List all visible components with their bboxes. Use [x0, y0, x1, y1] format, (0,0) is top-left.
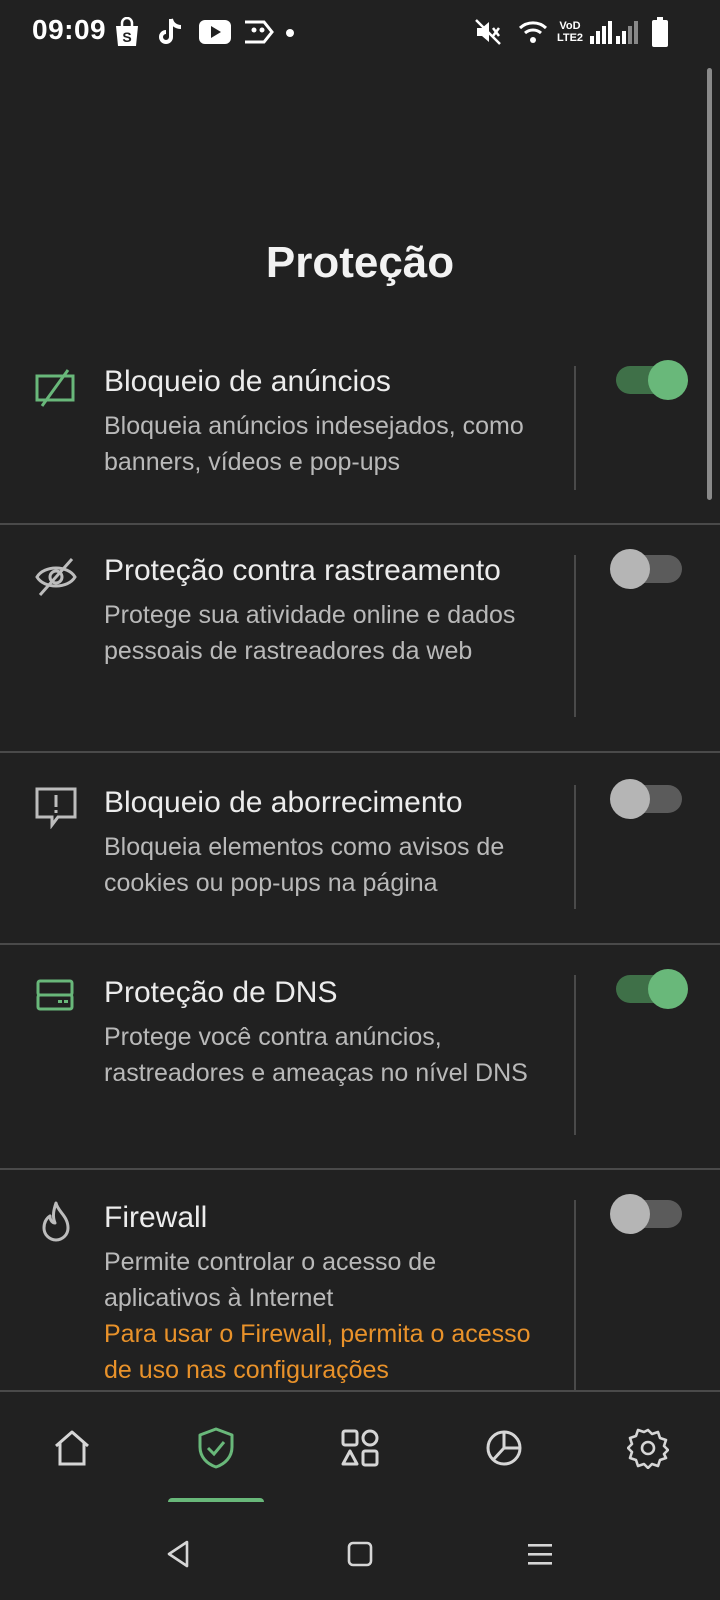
- toggle-knob: [648, 360, 688, 400]
- row-divider: [574, 1200, 576, 1390]
- status-bar: 09:09 S VoD LTE2: [0, 0, 720, 66]
- shopping-bag-icon: S: [114, 16, 140, 48]
- back-icon: [167, 1540, 189, 1568]
- alert-message-icon: [34, 785, 78, 830]
- row-divider: [574, 785, 576, 909]
- signal-icon: [616, 16, 640, 48]
- dot-icon: [286, 29, 294, 37]
- volte-label: VoD LTE2: [556, 20, 584, 44]
- row-description: Permite controlar o acesso de aplicativo…: [104, 1248, 437, 1312]
- screen: 09:09 S VoD LTE2 Proteção Bloqueio de an…: [0, 0, 720, 1600]
- row-title: Firewall: [104, 1201, 208, 1234]
- row-divider: [574, 975, 576, 1135]
- battery-icon: [652, 16, 668, 48]
- home-icon: [55, 1430, 89, 1466]
- recents-button[interactable]: [516, 1530, 564, 1578]
- toggle-knob: [610, 1194, 650, 1234]
- mute-icon: [474, 16, 502, 48]
- signal-icon: [590, 16, 614, 48]
- row-text: Proteção contra rastreamento Protege sua…: [104, 551, 554, 669]
- back-button[interactable]: [154, 1530, 202, 1578]
- page-title: Proteção: [265, 238, 455, 287]
- row-text: Bloqueio de aborrecimento Bloqueia eleme…: [104, 783, 554, 901]
- tiktok-icon: [157, 16, 185, 48]
- row-text: Firewall Permite controlar o acesso de a…: [104, 1198, 554, 1388]
- nav-statistics[interactable]: [432, 1392, 576, 1504]
- system-navigation: [0, 1502, 720, 1600]
- nav-protection[interactable]: [144, 1392, 288, 1504]
- nav-home[interactable]: [0, 1392, 144, 1504]
- cast-icon: [242, 16, 276, 48]
- nav-settings[interactable]: [576, 1392, 720, 1504]
- row-divider: [574, 555, 576, 717]
- row-annoyance-blocking[interactable]: Bloqueio de aborrecimento Bloqueia eleme…: [0, 753, 720, 945]
- eye-off-icon: [34, 555, 78, 599]
- row-title: Proteção contra rastreamento: [104, 554, 501, 587]
- tracking-protection-toggle[interactable]: [610, 547, 690, 591]
- row-description: Protege sua atividade online e dados pes…: [104, 601, 516, 665]
- home-button[interactable]: [336, 1530, 384, 1578]
- row-title: Bloqueio de anúncios: [104, 365, 391, 398]
- dns-protection-toggle[interactable]: [610, 967, 690, 1011]
- ad-blocking-toggle[interactable]: [610, 358, 690, 402]
- row-description: Bloqueia elementos como avisos de cookie…: [104, 833, 505, 897]
- annoyance-blocking-toggle[interactable]: [610, 777, 690, 821]
- statistics-icon: [486, 1430, 522, 1466]
- nav-apps[interactable]: [288, 1392, 432, 1504]
- toggle-knob: [648, 969, 688, 1009]
- toggle-knob: [610, 549, 650, 589]
- flame-icon: [34, 1200, 78, 1244]
- bottom-navigation: [0, 1390, 720, 1506]
- row-title: Proteção de DNS: [104, 976, 338, 1009]
- ad-block-icon: [34, 366, 78, 410]
- row-description: Protege você contra anúncios, rastreador…: [104, 1023, 528, 1087]
- menu-icon: [528, 1544, 552, 1565]
- firewall-toggle[interactable]: [610, 1192, 690, 1236]
- shield-check-icon: [198, 1427, 234, 1469]
- settings-icon: [627, 1428, 669, 1469]
- row-divider: [574, 366, 576, 490]
- row-description: Bloqueia anúncios indesejados, como bann…: [104, 412, 524, 476]
- wifi-icon: [518, 16, 548, 48]
- protection-list: Bloqueio de anúncios Bloqueia anúncios i…: [0, 348, 720, 1390]
- apps-icon: [341, 1429, 379, 1467]
- svg-text:S: S: [122, 29, 131, 45]
- toggle-knob: [610, 779, 650, 819]
- row-text: Bloqueio de anúncios Bloqueia anúncios i…: [104, 362, 554, 480]
- row-firewall[interactable]: Firewall Permite controlar o acesso de a…: [0, 1170, 720, 1390]
- home-square-icon: [347, 1541, 373, 1567]
- youtube-icon: [199, 16, 231, 48]
- firewall-permission-warning[interactable]: Para usar o Firewall, permita o acesso d…: [104, 1316, 554, 1388]
- row-title: Bloqueio de aborrecimento: [104, 786, 463, 819]
- row-text: Proteção de DNS Protege você contra anún…: [104, 973, 554, 1091]
- row-ad-blocking[interactable]: Bloqueio de anúncios Bloqueia anúncios i…: [0, 348, 720, 525]
- status-time: 09:09: [32, 14, 107, 45]
- row-tracking-protection[interactable]: Proteção contra rastreamento Protege sua…: [0, 525, 720, 753]
- dns-server-icon: [34, 975, 78, 1019]
- row-dns-protection[interactable]: Proteção de DNS Protege você contra anún…: [0, 945, 720, 1170]
- volte-icon: VoD LTE2: [553, 16, 587, 48]
